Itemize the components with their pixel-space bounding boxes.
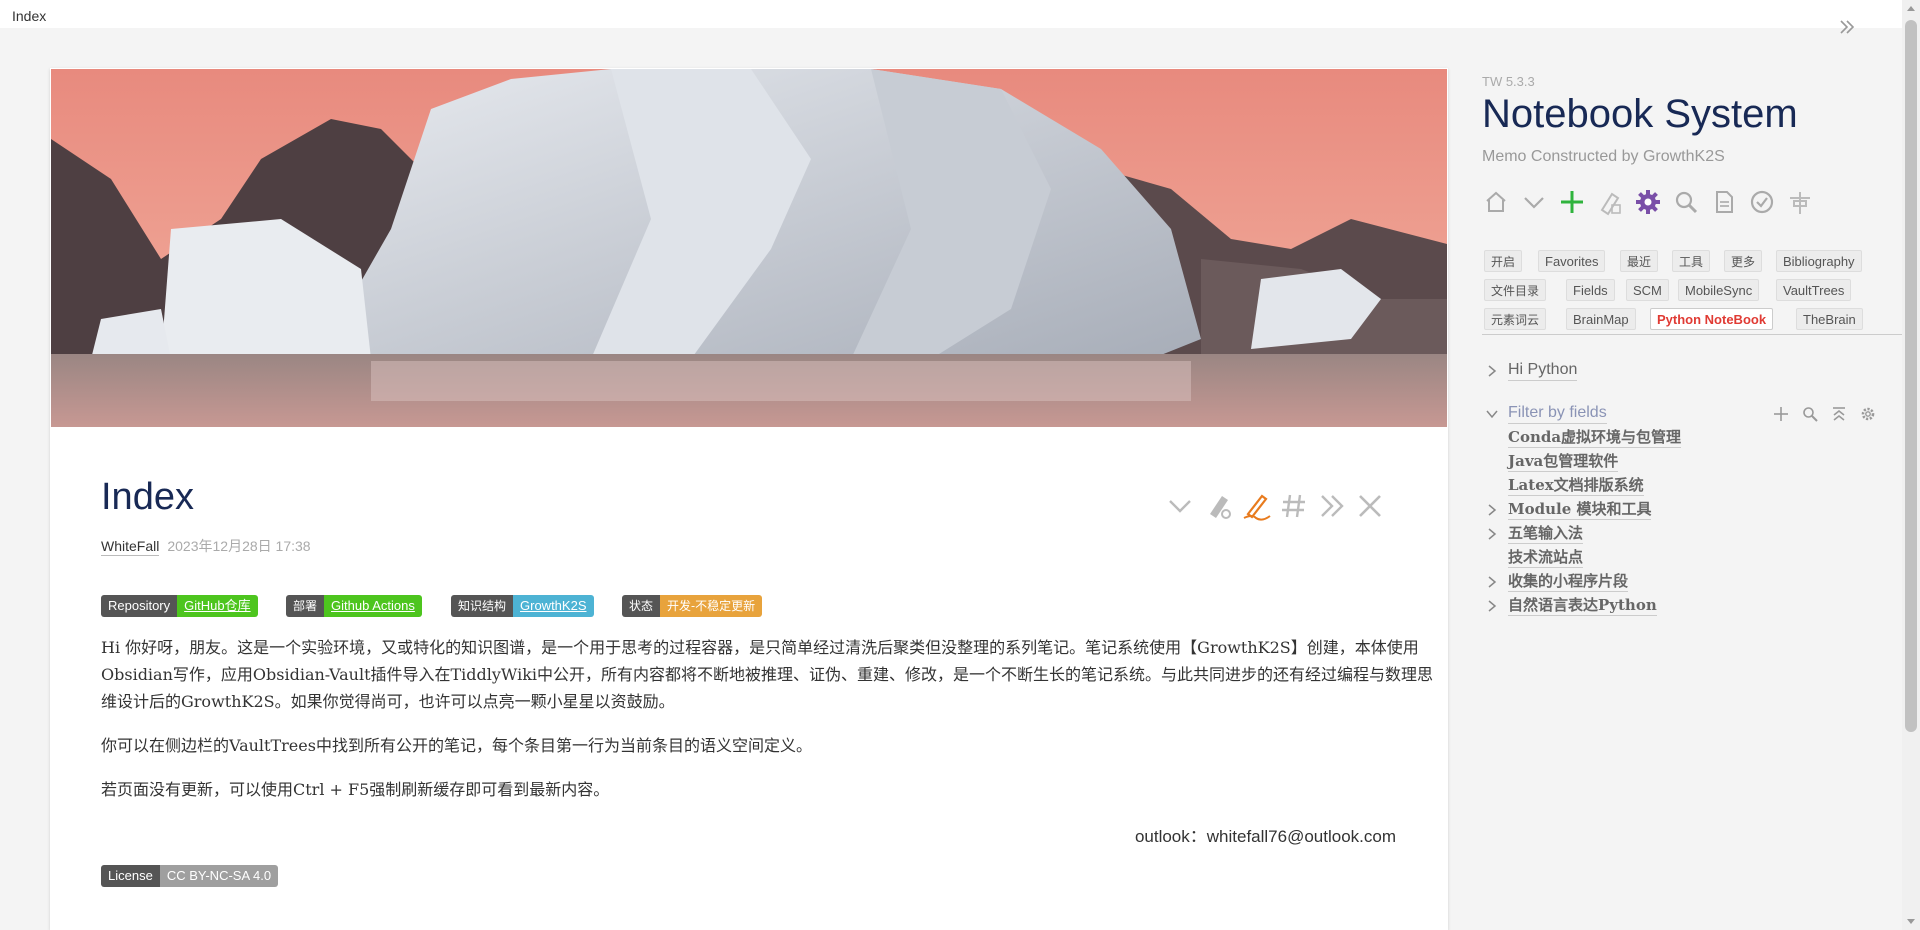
tw-version: TW 5.3.3 <box>1482 74 1535 89</box>
site-subtitle: Memo Constructed by GrowthK2S <box>1482 148 1725 165</box>
badge-value: GitHub仓库 <box>177 595 258 617</box>
knowledge-structure-badge[interactable]: 知识结构 GrowthK2S <box>451 595 594 617</box>
tree-label[interactable]: Latex文档排版系统 <box>1508 475 1644 496</box>
modified-date: 2023年12月28日 17:38 <box>167 538 311 554</box>
chevron-right-icon[interactable] <box>1486 576 1498 588</box>
tab-more[interactable]: 更多 <box>1724 250 1763 272</box>
tab-thebrain[interactable]: TheBrain <box>1796 308 1863 330</box>
settings-gear-icon[interactable] <box>1859 405 1877 423</box>
badge-label: 状态 <box>622 595 661 617</box>
tree-label[interactable]: 五笔输入法 <box>1508 523 1584 544</box>
badge-value: Github Actions <box>324 595 422 617</box>
tree-label[interactable]: Hi Python <box>1508 360 1578 381</box>
tag-hash-icon[interactable] <box>1276 488 1312 524</box>
badge-value: CC BY-NC-SA 4.0 <box>159 865 279 887</box>
badge-value: GrowthK2S <box>513 595 594 617</box>
chevron-right-icon[interactable] <box>1486 504 1498 516</box>
tab-file-directory[interactable]: 文件目录 <box>1484 279 1547 301</box>
tiddler-title: Index <box>101 476 194 518</box>
tabs-divider <box>1482 334 1902 335</box>
new-here-icon[interactable] <box>1200 488 1236 524</box>
status-badge[interactable]: 状态 开发-不稳定更新 <box>622 595 763 617</box>
collapse-all-icon[interactable] <box>1830 405 1848 423</box>
tab-brainmap[interactable]: BrainMap <box>1566 308 1636 330</box>
intro-paragraph: Hi 你好呀，朋友。这是一个实验环境，又或特化的知识图谱，是一个用于思考的过程容… <box>101 638 1434 711</box>
edit-pencil-icon[interactable] <box>1238 488 1274 524</box>
more-actions-chevron-icon[interactable] <box>1162 488 1198 524</box>
banner-image-iceberg <box>51 69 1447 427</box>
chevron-right-icon[interactable] <box>1486 528 1498 540</box>
author-link[interactable]: WhiteFall <box>101 538 160 556</box>
new-journal-icon[interactable] <box>1596 188 1624 216</box>
more-chevron-icon[interactable] <box>1520 188 1548 216</box>
tab-recent[interactable]: 最近 <box>1620 250 1659 272</box>
tab-fields[interactable]: Fields <box>1566 279 1615 301</box>
deploy-badge[interactable]: 部署 Github Actions <box>286 595 422 617</box>
save-wiki-icon[interactable] <box>1748 188 1776 216</box>
refresh-paragraph: 若页面没有更新，可以使用Ctrl + F5强制刷新缓存即可看到最新内容。 <box>101 780 610 799</box>
tab-tools[interactable]: 工具 <box>1672 250 1711 272</box>
chevron-down-icon[interactable] <box>1486 408 1498 420</box>
close-tiddler-icon[interactable] <box>1352 488 1388 524</box>
story-river: Index WhiteFall 2023年12月28日 17:38 Reposit… <box>50 68 1448 930</box>
tree-label[interactable]: Java包管理软件 <box>1508 451 1619 472</box>
tree-label[interactable]: 自然语言表达Python <box>1508 595 1657 616</box>
tab-favorites[interactable]: Favorites <box>1538 250 1606 272</box>
chevron-right-icon[interactable] <box>1486 365 1498 377</box>
tiddler-subtitle: WhiteFall 2023年12月28日 17:38 <box>101 536 311 556</box>
home-icon[interactable] <box>1482 188 1510 216</box>
window-scrollbar[interactable] <box>1902 0 1920 930</box>
tree-label[interactable]: 收集的小程序片段 <box>1508 571 1629 592</box>
window-topbar: Index <box>0 0 1902 28</box>
collapse-sidebar-icon[interactable] <box>1836 16 1858 38</box>
tab-bibliography[interactable]: Bibliography <box>1776 250 1862 272</box>
repository-badge[interactable]: Repository GitHub仓库 <box>101 595 258 617</box>
layout-icon[interactable] <box>1786 188 1814 216</box>
control-panel-gear-icon[interactable] <box>1634 188 1662 216</box>
tab-mobilesync[interactable]: MobileSync <box>1678 279 1760 301</box>
tab-open[interactable]: 开启 <box>1484 250 1523 272</box>
advanced-search-icon[interactable] <box>1672 188 1700 216</box>
import-icon[interactable] <box>1710 188 1738 216</box>
tree-label[interactable]: Filter by fields <box>1508 403 1607 424</box>
tab-scm[interactable]: SCM <box>1626 279 1669 301</box>
badge-label: 部署 <box>286 595 325 617</box>
contact-email: outlook：whitefall76@outlook.com <box>1134 827 1396 846</box>
badge-label: Repository <box>101 595 178 617</box>
new-tiddler-icon[interactable] <box>1558 188 1586 216</box>
tree-label[interactable]: 技术流站点 <box>1508 547 1584 568</box>
scroll-thumb[interactable] <box>1905 20 1917 732</box>
scroll-up-arrow[interactable] <box>1907 6 1915 11</box>
vaulttrees-paragraph: 你可以在侧边栏的VaultTrees中找到所有公开的笔记，每个条目第一行为当前条… <box>101 736 812 755</box>
scroll-down-arrow[interactable] <box>1907 919 1915 924</box>
tree-label[interactable]: Conda虚拟环境与包管理 <box>1508 427 1682 448</box>
site-title: Notebook System <box>1482 92 1798 136</box>
add-icon[interactable] <box>1772 405 1790 423</box>
tab-python-notebook[interactable]: Python NoteBook <box>1650 308 1774 330</box>
license-badge-shield: License CC BY-NC-SA 4.0 <box>101 865 279 887</box>
badge-label: License <box>101 865 160 887</box>
chevron-right-icon[interactable] <box>1486 600 1498 612</box>
badge-value: 开发-不稳定更新 <box>660 595 763 617</box>
tab-element-wordcloud[interactable]: 元素词云 <box>1484 308 1547 330</box>
tree-label[interactable]: Module 模块和工具 <box>1508 499 1652 520</box>
tab-vaulttrees[interactable]: VaultTrees <box>1776 279 1852 301</box>
close-others-icon[interactable] <box>1314 488 1350 524</box>
badge-label: 知识结构 <box>451 595 514 617</box>
tree-item-filter-by-fields[interactable]: Filter by fields <box>1482 403 1902 425</box>
search-icon[interactable] <box>1801 405 1819 423</box>
window-title: Index <box>12 8 47 24</box>
